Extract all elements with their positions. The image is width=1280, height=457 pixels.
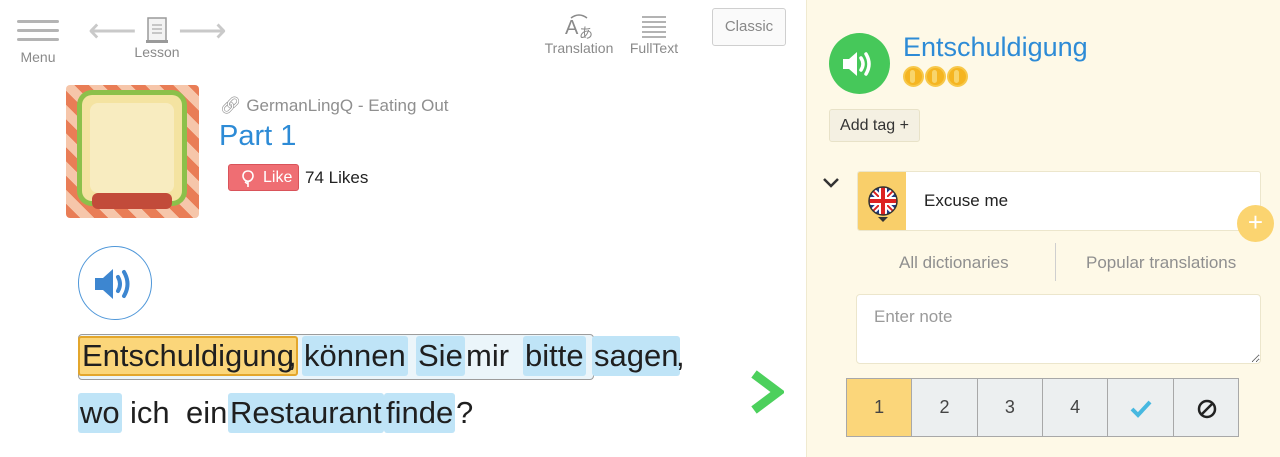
lesson-title: Part 1 xyxy=(219,120,297,152)
link-icon: 🔗︎ xyxy=(220,96,242,115)
svg-text:A: A xyxy=(565,17,579,39)
fulltext-icon xyxy=(642,16,666,38)
menu-label: Menu xyxy=(20,49,56,65)
status-4-button[interactable]: 4 xyxy=(1042,379,1109,436)
speaker-icon xyxy=(95,269,130,299)
sentence-line-2: wo ich ein Restaurant finde? xyxy=(78,393,728,437)
term-title: Entschuldigung xyxy=(903,32,1088,62)
uk-flag-icon xyxy=(868,186,898,222)
next-chevron-icon[interactable] xyxy=(748,370,784,414)
new-word[interactable]: finde xyxy=(384,393,456,433)
word: , xyxy=(288,338,297,373)
add-tag-button[interactable]: Add tag + xyxy=(829,109,920,142)
fulltext-button[interactable]: FullText xyxy=(626,12,682,56)
new-word[interactable]: Restaurant xyxy=(228,393,384,433)
note-field[interactable] xyxy=(856,294,1261,364)
new-word[interactable]: sagen xyxy=(592,336,681,376)
course-title: GermanLingQ - Eating Out xyxy=(246,96,449,115)
translation-icon: A あ xyxy=(565,14,593,40)
hint-text: Excuse me xyxy=(924,191,1009,210)
tab-all-dictionaries[interactable]: All dictionaries xyxy=(899,253,1009,273)
add-hint-button[interactable]: + xyxy=(1237,205,1274,242)
status-2-button[interactable]: 2 xyxy=(912,379,978,436)
translation-hint[interactable]: Excuse me xyxy=(857,171,1261,231)
menu-button[interactable]: Menu xyxy=(12,18,64,65)
word[interactable]: ich xyxy=(130,393,170,433)
lesson-label: Lesson xyxy=(134,44,180,60)
word: , xyxy=(676,338,685,373)
word-panel: Entschuldigung Add tag + Excuse me + All… xyxy=(806,0,1280,457)
word: ? xyxy=(456,395,474,430)
like-label: Like xyxy=(263,169,293,186)
rose-icon xyxy=(242,170,254,187)
word[interactable]: ein xyxy=(186,393,227,433)
status-ignore-button[interactable] xyxy=(1173,379,1238,436)
new-word[interactable]: Sie xyxy=(416,336,465,376)
new-word[interactable]: wo xyxy=(78,393,122,433)
likes-count: 74 Likes xyxy=(305,168,369,187)
coin-icon xyxy=(925,66,946,87)
svg-text:あ: あ xyxy=(579,26,593,40)
word[interactable]: mir xyxy=(466,336,509,376)
tab-divider xyxy=(1055,243,1056,281)
language-flag[interactable] xyxy=(858,172,906,230)
reader-pane: Menu ⟵ Lesson ⟶ A あ Translation FullText… xyxy=(0,0,806,457)
check-icon xyxy=(1130,400,1152,418)
forward-arrow-icon[interactable]: ⟶ xyxy=(178,14,227,48)
expand-chevron-icon[interactable] xyxy=(821,175,841,191)
speaker-icon xyxy=(843,52,871,76)
term-audio-button[interactable] xyxy=(829,33,890,94)
status-1-button[interactable]: 1 xyxy=(847,379,913,436)
menu-icon xyxy=(17,20,59,41)
lesson-cover-image xyxy=(66,85,199,218)
selected-word[interactable]: Entschuldigung xyxy=(78,336,298,376)
lesson-icon xyxy=(146,17,168,43)
like-button[interactable]: Like xyxy=(228,164,299,191)
lesson-button[interactable]: Lesson xyxy=(130,16,184,60)
course-link[interactable]: 🔗︎ GermanLingQ - Eating Out xyxy=(220,96,449,116)
status-3-button[interactable]: 3 xyxy=(977,379,1043,436)
lesson-audio-button[interactable] xyxy=(78,246,152,320)
tab-popular-translations[interactable]: Popular translations xyxy=(1086,253,1236,273)
status-selector: 1234 xyxy=(846,378,1239,437)
translation-label: Translation xyxy=(544,40,614,56)
new-word[interactable]: können xyxy=(302,336,408,376)
sentence-line-1: Entschuldigung, können Sie mir bitte sagen, xyxy=(78,334,728,380)
status-known-button[interactable] xyxy=(1108,379,1174,436)
coin-icon xyxy=(903,66,924,87)
fulltext-label: FullText xyxy=(629,40,679,56)
coin-rating xyxy=(903,66,969,92)
classic-button[interactable]: Classic xyxy=(712,8,786,46)
new-word[interactable]: bitte xyxy=(523,336,586,376)
ignore-icon xyxy=(1197,399,1216,419)
coin-icon xyxy=(947,66,968,87)
translation-button[interactable]: A あ Translation xyxy=(542,12,616,56)
